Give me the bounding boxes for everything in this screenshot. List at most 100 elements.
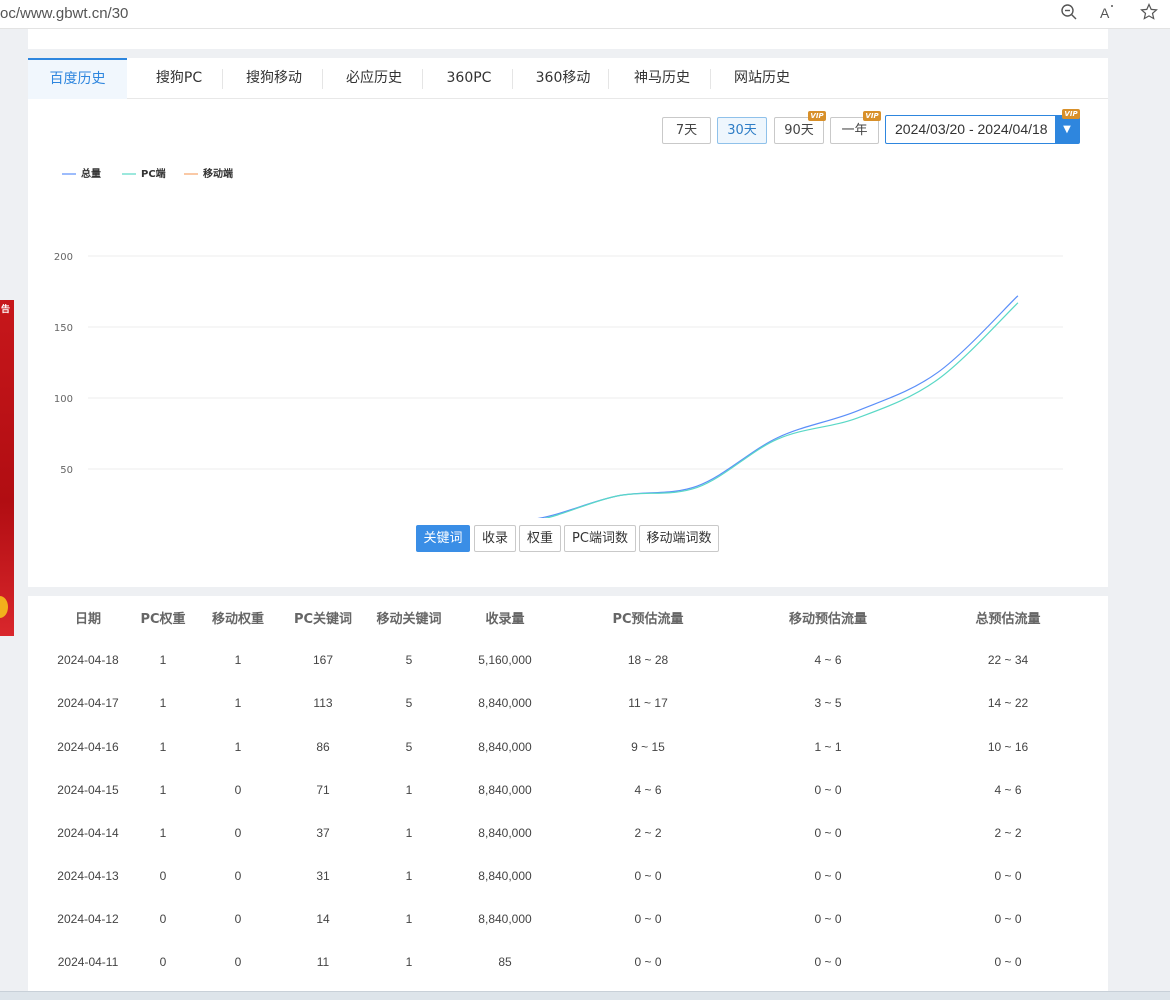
range-30d-button[interactable]: 30天 xyxy=(717,117,767,144)
table-cell: 1 xyxy=(159,826,167,840)
metric-weight-button[interactable]: 权重 xyxy=(519,525,561,552)
table-cell: 85 xyxy=(498,955,512,969)
read-aloud-icon[interactable]: A xyxy=(1098,3,1120,25)
vip-badge: VIP xyxy=(808,111,826,121)
tab-divider xyxy=(512,69,513,89)
table-cell: 0 xyxy=(159,912,167,926)
table-cell: 0 ~ 0 xyxy=(634,912,662,926)
tab-360-pc[interactable]: 360PC xyxy=(434,58,504,99)
table-cell: 1 xyxy=(159,740,167,754)
dropdown-arrow-icon[interactable]: ▼ xyxy=(1055,116,1079,143)
table-cell: 1 xyxy=(234,653,242,667)
table-cell: 0 xyxy=(234,826,242,840)
table-cell: 4 ~ 6 xyxy=(634,783,662,797)
table-cell: 11 xyxy=(316,955,330,969)
metric-indexed-button[interactable]: 收录 xyxy=(474,525,516,552)
table-header: PC关键词 xyxy=(293,612,353,627)
table-cell: 8,840,000 xyxy=(478,869,532,883)
legend-label: 总量 xyxy=(81,167,101,180)
table-cell: 0 ~ 0 xyxy=(814,783,842,797)
tab-divider xyxy=(710,69,711,89)
table-cell: 0 ~ 0 xyxy=(994,869,1022,883)
range-90d-label: 90天 xyxy=(784,123,814,138)
history-card: 百度历史 搜狗PC 搜狗移动 必应历史 360PC 360移动 神马历史 网站历… xyxy=(28,58,1108,587)
table-cell: 0 xyxy=(234,783,242,797)
history-table: 日期 PC权重 移动权重 PC关键词 移动关键词 收录量 PC预估流量 移动预估流量 总预估流量… xyxy=(28,596,1108,991)
table-header: 移动权重 xyxy=(211,612,265,627)
range-1y-button[interactable]: 一年 VIP xyxy=(830,111,881,144)
tab-360-mobile[interactable]: 360移动 xyxy=(522,58,604,99)
table-cell: 2 ~ 2 xyxy=(634,826,662,840)
table-cell: 0 ~ 0 xyxy=(814,826,842,840)
legend-label: PC端 xyxy=(141,167,166,180)
table-cell: 0 ~ 0 xyxy=(994,912,1022,926)
table-cell: 4 ~ 6 xyxy=(814,653,842,667)
ad-tag: 告 xyxy=(1,305,11,315)
tab-baidu-history[interactable]: 百度历史 xyxy=(28,58,127,99)
table-cell: 1 xyxy=(159,696,167,710)
zoom-out-icon[interactable] xyxy=(1058,3,1080,25)
table-cell: 2024-04-16 xyxy=(57,740,119,754)
table-cell: 2024-04-12 xyxy=(57,912,119,926)
table-cell: 0 ~ 0 xyxy=(634,955,662,969)
table-cell: 8,840,000 xyxy=(478,740,532,754)
table-cell: 2024-04-14 xyxy=(57,826,119,840)
history-line-chart: 0501001502002024-04-072024-04-082024-04-… xyxy=(54,167,1063,518)
tab-bing-history[interactable]: 必应历史 xyxy=(334,58,414,99)
tab-sogou-mobile[interactable]: 搜狗移动 xyxy=(234,58,314,99)
table-cell: 1 xyxy=(159,653,167,667)
metric-pc-words-button[interactable]: PC端词数 xyxy=(564,525,636,552)
url-text[interactable]: oc/www.gbwt.cn/30 xyxy=(0,5,128,22)
tab-divider xyxy=(322,69,323,89)
table-header: PC权重 xyxy=(140,612,186,627)
table-cell: 1 xyxy=(405,783,413,797)
table-cell: 14 xyxy=(316,912,330,926)
table-cell: 8,840,000 xyxy=(478,912,532,926)
table-cell: 8,840,000 xyxy=(478,783,532,797)
tab-divider xyxy=(608,69,609,89)
table-cell: 0 xyxy=(234,869,242,883)
table-cell: 3 ~ 5 xyxy=(814,696,842,710)
table-header: 移动预估流量 xyxy=(788,612,868,627)
table-cell: 4 ~ 6 xyxy=(994,783,1022,797)
side-ad-banner[interactable]: 告 xyxy=(0,300,14,636)
date-range-picker[interactable]: 2024/03/20 - 2024/04/18 ▼ VIP xyxy=(885,109,1080,144)
range-90d-button[interactable]: 90天 VIP xyxy=(774,111,826,144)
series-line xyxy=(544,302,1019,518)
table-cell: 71 xyxy=(316,783,330,797)
table-cell: 11 ~ 17 xyxy=(628,696,668,710)
table-cell: 1 xyxy=(234,696,242,710)
bottom-bar xyxy=(0,991,1170,1000)
table-cell: 18 ~ 28 xyxy=(627,653,669,667)
table-cell: 0 xyxy=(234,912,242,926)
table-cell: 5 xyxy=(405,653,413,667)
tab-divider xyxy=(222,69,223,89)
metric-keywords-button[interactable]: 关键词 xyxy=(416,525,470,552)
metric-mobile-words-button[interactable]: 移动端词数 xyxy=(639,525,719,552)
range-7d-button[interactable]: 7天 xyxy=(662,117,711,144)
table-cell: 1 xyxy=(405,869,413,883)
table-cell: 0 ~ 0 xyxy=(814,869,842,883)
table-cell: 0 ~ 0 xyxy=(994,955,1022,969)
table-cell: 8,840,000 xyxy=(478,696,532,710)
tab-divider xyxy=(422,69,423,89)
tab-site-history[interactable]: 网站历史 xyxy=(720,58,804,99)
browser-address-bar: oc/www.gbwt.cn/30 A xyxy=(0,0,1170,29)
tab-shenma-history[interactable]: 神马历史 xyxy=(618,58,706,99)
star-icon[interactable] xyxy=(1138,3,1160,25)
svg-text:A: A xyxy=(1100,5,1110,21)
table-cell: 14 ~ 22 xyxy=(987,696,1029,710)
range-1y-label: 一年 xyxy=(841,123,868,138)
table-header: 移动关键词 xyxy=(376,612,442,627)
table-cell: 10 ~ 16 xyxy=(987,740,1029,754)
table-cell: 1 xyxy=(234,740,242,754)
tab-sogou-pc[interactable]: 搜狗PC xyxy=(136,58,222,99)
table-cell: 113 xyxy=(313,696,333,710)
table-header: 日期 xyxy=(74,612,102,627)
table-cell: 0 ~ 0 xyxy=(814,912,842,926)
table-cell: 1 ~ 1 xyxy=(814,740,842,754)
date-range-text: 2024/03/20 - 2024/04/18 xyxy=(895,121,1048,137)
table-cell: 2024-04-11 xyxy=(57,955,119,969)
table-cell: 22 ~ 34 xyxy=(987,653,1029,667)
ad-coin-graphic xyxy=(0,596,8,618)
